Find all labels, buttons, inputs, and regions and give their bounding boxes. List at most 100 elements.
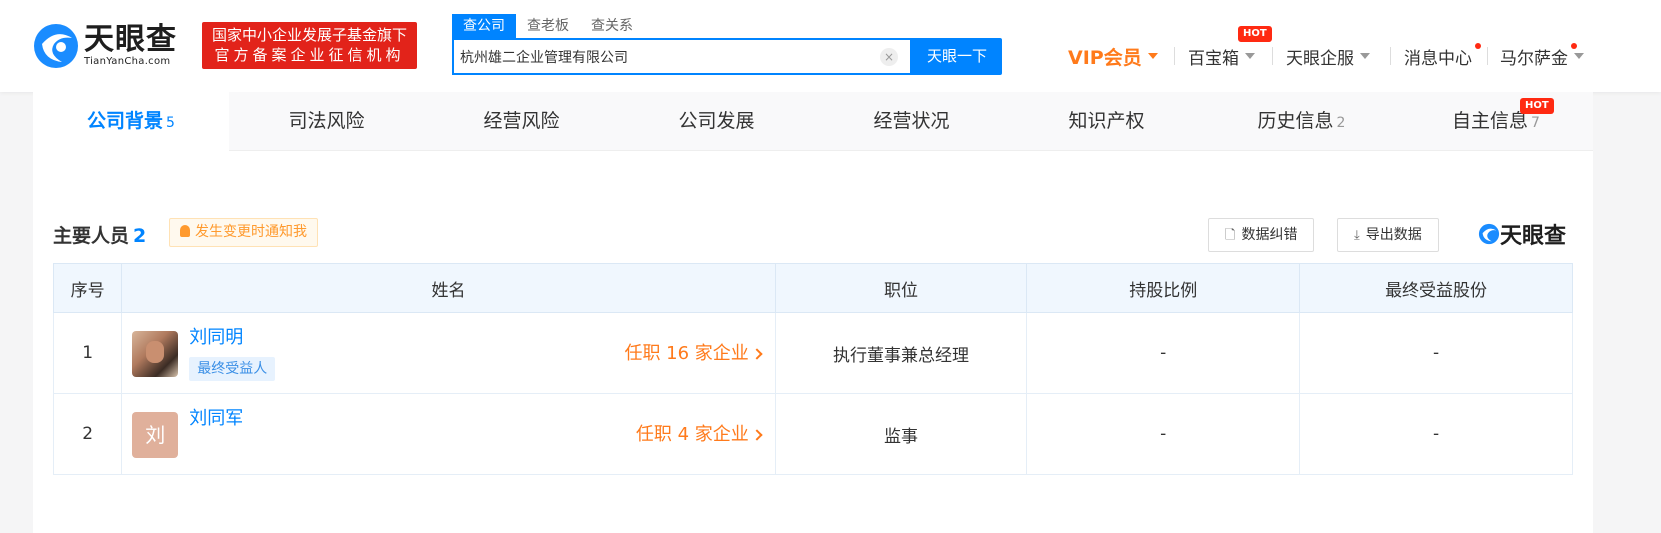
tab-count: 7: [1531, 115, 1540, 131]
qiban-menu[interactable]: 天眼企服: [1286, 42, 1370, 70]
clear-icon[interactable]: ×: [880, 48, 898, 66]
chevron-down-icon: [1574, 53, 1584, 59]
chevron-down-icon: [1147, 53, 1158, 59]
avatar[interactable]: [132, 331, 179, 377]
col-name: 姓名: [121, 263, 776, 313]
tab-label: 经营状况: [873, 110, 950, 132]
tab-self-info[interactable]: 自主信息 7: [1399, 92, 1593, 151]
top-header: 天眼查 TianYanCha.com 国家中小企业发展子基金旗下 官方备案企业征…: [0, 0, 1661, 92]
tab-judicial-risk[interactable]: 司法风险: [229, 92, 424, 151]
section-count: 2: [133, 225, 147, 247]
benefit-cell: -: [1299, 393, 1573, 475]
logo-text-cn: 天眼查: [84, 22, 177, 57]
col-share: 持股比例: [1026, 263, 1301, 313]
search-tab-boss[interactable]: 查老板: [516, 14, 580, 38]
chevron-down-icon: [1245, 53, 1255, 59]
search-button[interactable]: 天眼一下: [912, 38, 1002, 75]
search-type-tabs: 查公司 查老板 查关系: [452, 14, 644, 38]
search-tab-company[interactable]: 查公司: [452, 14, 516, 38]
row-index: 1: [52, 312, 123, 394]
messages-link[interactable]: 消息中心: [1404, 42, 1472, 70]
document-icon: 🗋: [1225, 228, 1236, 243]
qiban-label: 天眼企服: [1286, 48, 1354, 69]
tab-intellectual-property[interactable]: 知识产权: [1009, 92, 1204, 151]
site-logo[interactable]: 天眼查 TianYanCha.com: [32, 22, 177, 70]
badge-line-2: 官方备案企业征信机构: [214, 46, 405, 64]
col-position: 职位: [774, 263, 1028, 313]
hot-badge: HOT: [1520, 98, 1554, 114]
unread-dot: [1571, 43, 1577, 49]
chevron-down-icon: [1360, 53, 1370, 59]
tab-company-development[interactable]: 公司发展: [619, 92, 814, 151]
tab-label: 历史信息: [1257, 110, 1334, 132]
tab-count: 5: [166, 115, 175, 131]
search-tab-relation[interactable]: 查关系: [580, 14, 644, 38]
tab-label: 公司发展: [678, 110, 755, 132]
nav-divider: [1487, 47, 1488, 65]
positions-link[interactable]: 任职 16 家企业: [624, 339, 763, 365]
share-cell: -: [1026, 312, 1301, 394]
beneficiary-tag: 最终受益人: [189, 357, 276, 381]
tab-label: 知识产权: [1068, 110, 1145, 132]
section-title: 主要人员 2: [53, 221, 146, 248]
positions-link[interactable]: 任职 4 家企业: [635, 420, 763, 446]
table-row: 2 刘 刘同军 任职 4 家企业 监事 - -: [52, 393, 1573, 475]
tianyancha-logo-icon: [34, 24, 78, 68]
badge-line-1: 国家中小企业发展子基金旗下: [211, 26, 407, 44]
tab-count: 2: [1336, 115, 1346, 131]
person-name[interactable]: 刘同明: [189, 323, 243, 349]
nav-divider: [1272, 47, 1273, 65]
chevron-right-icon: [751, 348, 763, 360]
share-cell: -: [1026, 393, 1301, 475]
nav-divider: [1390, 47, 1391, 65]
vip-label: VIP会员: [1068, 46, 1142, 69]
tianyancha-logo-icon: [1478, 223, 1500, 245]
row-index: 2: [52, 393, 123, 475]
content-tabs: 公司背景 5 司法风险 经营风险 公司发展 经营状况 知识产权 历史信息 2 自主信…: [33, 92, 1593, 151]
notify-label: 发生变更时通知我: [195, 224, 307, 240]
search-box: ×: [452, 38, 912, 75]
brand-watermark: 天眼查: [1478, 218, 1566, 250]
tab-operating-status[interactable]: 经营状况: [814, 92, 1009, 151]
tab-label: 公司背景: [87, 110, 164, 132]
export-data-label: 导出数据: [1365, 227, 1422, 243]
nav-divider: [1174, 47, 1175, 65]
brand-text: 天眼查: [1500, 224, 1567, 249]
tab-operating-risk[interactable]: 经营风险: [424, 92, 619, 151]
table-row: 1 刘同明 最终受益人 任职 16 家企业 执行董事兼总经理 - -: [52, 312, 1573, 394]
positions-label: 任职 4 家企业: [635, 424, 749, 445]
table-header-row: 序号 姓名 职位 持股比例 最终受益股份: [52, 263, 1573, 313]
bell-icon: [180, 225, 190, 237]
official-badge: 国家中小企业发展子基金旗下 官方备案企业征信机构: [202, 22, 417, 69]
unread-dot: [1475, 43, 1481, 49]
logo-text-en: TianYanCha.com: [84, 56, 171, 67]
key-personnel-table: 序号 姓名 职位 持股比例 最终受益股份 1 刘同明 最终受益人 任职 16 家…: [52, 263, 1573, 475]
baibaoxiang-menu[interactable]: 百宝箱: [1188, 42, 1255, 70]
user-name: 马尔萨金: [1500, 48, 1568, 69]
section-title-text: 主要人员: [53, 225, 130, 247]
benefit-cell: -: [1299, 312, 1573, 394]
person-name[interactable]: 刘同军: [189, 404, 243, 430]
vip-menu[interactable]: VIP会员: [1068, 42, 1158, 70]
search-input[interactable]: [460, 46, 880, 68]
company-card: 公司背景 5 司法风险 经营风险 公司发展 经营状况 知识产权 历史信息 2 自主信…: [33, 92, 1593, 533]
col-index: 序号: [52, 263, 123, 313]
tab-company-background[interactable]: 公司背景 5: [33, 92, 229, 151]
positions-label: 任职 16 家企业: [624, 343, 749, 364]
messages-label: 消息中心: [1404, 48, 1472, 69]
avatar[interactable]: 刘: [132, 412, 179, 458]
person-cell: 刘同明 最终受益人 任职 16 家企业: [121, 312, 776, 394]
tab-label: 经营风险: [483, 110, 560, 132]
person-cell: 刘 刘同军 任职 4 家企业: [121, 393, 776, 475]
notify-button[interactable]: 发生变更时通知我: [169, 218, 318, 247]
col-benefit: 最终受益股份: [1299, 263, 1573, 313]
position-cell: 执行董事兼总经理: [774, 312, 1028, 394]
tab-label: 自主信息: [1452, 110, 1529, 132]
data-correct-button[interactable]: 🗋 数据纠错: [1208, 218, 1315, 252]
tab-history[interactable]: 历史信息 2: [1204, 92, 1399, 151]
baibaoxiang-label: 百宝箱: [1188, 48, 1239, 69]
hot-badge: HOT: [1238, 26, 1272, 42]
chevron-right-icon: [751, 429, 763, 441]
export-data-button[interactable]: ⤓ 导出数据: [1337, 218, 1439, 252]
tab-label: 司法风险: [288, 110, 365, 132]
